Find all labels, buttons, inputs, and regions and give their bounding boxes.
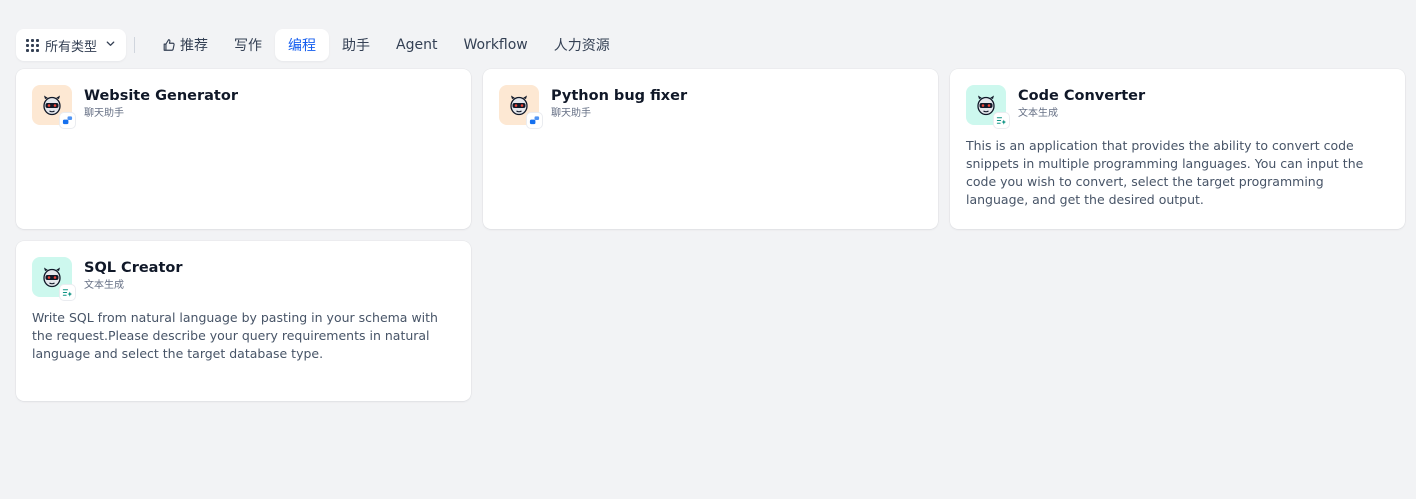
text-sparkle-icon: [994, 113, 1009, 128]
type-select-label: 所有类型: [45, 39, 98, 55]
app-avatar: [966, 85, 1009, 128]
tab-writing[interactable]: 写作: [221, 29, 275, 61]
tab-assistant[interactable]: 助手: [329, 29, 383, 61]
chat-bubbles-icon: [527, 113, 542, 128]
app-card-website-generator[interactable]: Website Generator 聊天助手: [16, 69, 471, 229]
toolbar-divider: [134, 37, 136, 53]
chevron-down-icon: [105, 38, 116, 52]
app-description: Write SQL from natural language by pasti…: [32, 310, 438, 361]
tab-workflow[interactable]: Workflow: [450, 29, 540, 61]
tab-label: Workflow: [463, 37, 528, 53]
text-sparkle-icon: [60, 285, 75, 300]
app-type: 文本生成: [1018, 108, 1058, 119]
tab-label: 人力资源: [553, 38, 610, 54]
app-type: 聊天助手: [84, 108, 124, 119]
app-type: 文本生成: [84, 280, 124, 291]
tab-label: 编程: [288, 38, 317, 54]
chat-bubbles-icon: [60, 113, 75, 128]
app-avatar: [32, 85, 75, 128]
app-type: 聊天助手: [551, 108, 591, 119]
app-title: Website Generator: [84, 88, 238, 104]
tab-label: 推荐: [180, 38, 209, 54]
tab-recommended[interactable]: 推荐: [149, 29, 221, 61]
app-avatar: [499, 85, 542, 128]
tab-agent[interactable]: Agent: [383, 29, 450, 61]
app-title: Python bug fixer: [551, 88, 688, 104]
tab-human-resources[interactable]: 人力资源: [541, 29, 623, 61]
app-avatar: [32, 257, 75, 300]
app-title: Code Converter: [1018, 88, 1146, 104]
app-description: This is an application that provides the…: [966, 138, 1364, 207]
grid-icon: [26, 38, 39, 52]
tab-programming[interactable]: 编程: [275, 29, 330, 61]
app-card-python-bug-fixer[interactable]: Python bug fixer 聊天助手: [483, 69, 938, 229]
tab-label: Agent: [396, 37, 438, 53]
app-title: SQL Creator: [84, 260, 183, 276]
app-card-code-converter[interactable]: Code Converter 文本生成 This is an applicati…: [950, 69, 1405, 229]
type-select-dropdown[interactable]: 所有类型: [16, 29, 127, 61]
tab-label: 助手: [342, 38, 371, 54]
tab-label: 写作: [234, 38, 263, 54]
app-card-sql-creator[interactable]: SQL Creator 文本生成 Write SQL from natural …: [16, 241, 471, 401]
thumb-up-icon: [163, 39, 175, 51]
category-toolbar: 所有类型 推荐 写作 编程 助手 Agent Workflow 人力资源: [16, 29, 623, 61]
